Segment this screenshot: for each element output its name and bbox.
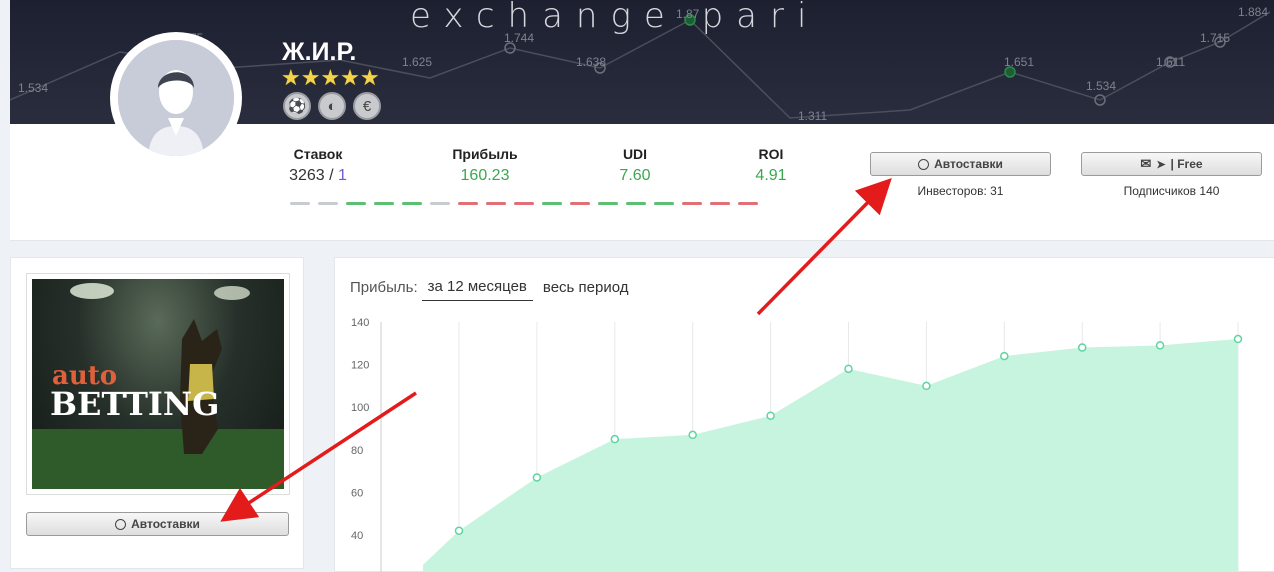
promo-word-betting: BETTING: [50, 385, 220, 423]
streak-segment: [682, 202, 702, 205]
streak-segment: [430, 202, 450, 205]
data-point[interactable]: [1155, 341, 1165, 350]
streak-segment: [598, 202, 618, 205]
stat-roi: ROI 4.91: [741, 146, 801, 185]
telegram-icon: ➤: [1156, 158, 1166, 171]
avatar: [110, 32, 242, 164]
soccer-ball-icon: ⚽: [283, 92, 311, 120]
banner-odds-label: 1.311: [798, 109, 827, 123]
data-point[interactable]: [1077, 343, 1087, 352]
banner-odds-label: 1.638: [576, 55, 606, 69]
euro-coin-icon: €: [353, 92, 381, 120]
streak-segment: [486, 202, 506, 205]
streak-segment: [570, 202, 590, 205]
autobet-button-label: Автоставки: [934, 157, 1003, 171]
stat-label: UDI: [622, 146, 648, 162]
banner-odds-label: 1.534: [18, 81, 48, 95]
stat-label: ROI: [758, 146, 784, 162]
banner-odds-label: 1.534: [1086, 79, 1116, 93]
stat-value: 4.91: [755, 167, 787, 184]
data-point[interactable]: [532, 473, 542, 482]
streak-segment: [374, 202, 394, 205]
stat-bets: Ставок 3263 / 1: [280, 146, 356, 185]
tab-12-months[interactable]: за 12 месяцев: [421, 278, 533, 301]
streak-segment: [626, 202, 646, 205]
investors-count: Инвесторов: 31: [917, 184, 1004, 198]
data-point[interactable]: [610, 434, 620, 444]
bets-separator: /: [324, 167, 339, 184]
envelope-icon: ✉: [1140, 156, 1152, 171]
banner-odds-label: 1.651: [1004, 55, 1034, 69]
stat-label: Ставок: [293, 146, 343, 162]
bets-pending: 1: [338, 167, 347, 184]
chart-period-tabs: Прибыль: за 12 месяцев весь период: [350, 278, 638, 301]
data-point[interactable]: [766, 411, 775, 420]
brand-title: exchange pari: [410, 0, 820, 36]
data-point[interactable]: [688, 430, 697, 440]
tipster-name: Ж.И.Р.: [282, 38, 357, 66]
data-point[interactable]: [844, 364, 853, 374]
data-point[interactable]: [454, 526, 464, 535]
profit-area-chart: 40 60 80 100 120 140: [351, 317, 1243, 572]
stat-value: 160.23: [460, 167, 510, 184]
streak-segment: [542, 202, 562, 205]
y-tick-label: 120: [351, 360, 369, 372]
stat-value: 7.60: [619, 167, 651, 184]
circle-icon: [115, 518, 127, 530]
streak-segment: [514, 202, 534, 205]
streak-segment: [290, 202, 310, 205]
subscribers-count: Подписчиков 140: [1123, 184, 1220, 198]
banner-odds-label: 1.611: [1156, 55, 1185, 69]
stopwatch-icon: ◐: [318, 92, 346, 120]
data-point[interactable]: [1233, 334, 1243, 344]
autobet-button[interactable]: Автоставки: [870, 152, 1051, 176]
y-tick-label: 140: [351, 317, 369, 329]
stat-profit: Прибыль 160.23: [445, 146, 525, 185]
promo-image-frame: auto BETTING: [26, 273, 290, 495]
subscribe-button[interactable]: ✉ ➤ | Free: [1081, 152, 1262, 176]
data-point[interactable]: [1000, 351, 1009, 361]
streak-segment: [458, 202, 478, 205]
streak-segment: [738, 202, 758, 205]
chart-tabs-prefix: Прибыль:: [350, 278, 418, 296]
data-point[interactable]: [922, 381, 931, 391]
profit-chart-card: 40 60 80 100 120 140 Прибыль: за 12 месяцев в…: [334, 257, 1274, 572]
y-tick-label: 80: [351, 445, 363, 457]
badge-list: ⚽ ◐ €: [283, 92, 381, 120]
streak-segment: [318, 202, 338, 205]
y-tick-label: 60: [351, 487, 363, 499]
profit-area: [423, 339, 1238, 572]
default-avatar-icon: [118, 40, 234, 156]
y-tick-label: 40: [351, 530, 363, 542]
streak-segment: [346, 202, 366, 205]
autobetting-promo-card: auto BETTING Автоставки: [10, 257, 304, 569]
subscribe-button-label: | Free: [1170, 157, 1203, 171]
results-streak: [290, 202, 758, 205]
streak-segment: [402, 202, 422, 205]
bets-count: 3263: [289, 167, 325, 184]
stat-udi: UDI 7.60: [605, 146, 665, 185]
banner-odds-label: 1.884: [1238, 5, 1268, 19]
banner-odds-label: 1.715: [1200, 31, 1230, 45]
y-tick-label: 100: [351, 402, 369, 414]
streak-segment: [654, 202, 674, 205]
banner-odds-label: 1.625: [402, 55, 432, 69]
promo-autobet-button-label: Автоставки: [131, 517, 200, 531]
streak-segment: [710, 202, 730, 205]
promo-autobet-button[interactable]: Автоставки: [26, 512, 289, 536]
stat-value: 3263 / 1: [280, 167, 356, 185]
stat-label: Прибыль: [452, 146, 518, 162]
autobetting-promo-image[interactable]: auto BETTING: [32, 279, 284, 489]
rating-stars: ★★★★★: [281, 65, 380, 90]
circle-icon: [918, 158, 930, 170]
tab-all-period[interactable]: весь период: [537, 279, 635, 301]
